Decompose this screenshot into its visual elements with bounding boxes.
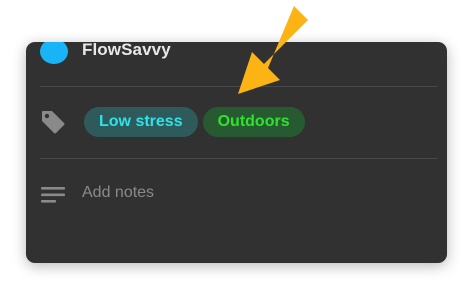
tag-list: Low stress Outdoors (84, 107, 305, 137)
notes-icon (41, 187, 65, 203)
divider (40, 158, 438, 159)
arrow-icon (238, 6, 308, 94)
tag-chip-low-stress[interactable]: Low stress (84, 107, 198, 137)
account-name: FlowSavvy (82, 42, 171, 59)
tag-icon (42, 111, 65, 134)
calendar-color-dot (40, 42, 68, 64)
screenshot-canvas: FlowSavvy Low stress Outdoors Add notes (0, 0, 472, 292)
add-notes-field[interactable]: Add notes (82, 182, 154, 204)
tag-chip-outdoors[interactable]: Outdoors (202, 107, 305, 137)
